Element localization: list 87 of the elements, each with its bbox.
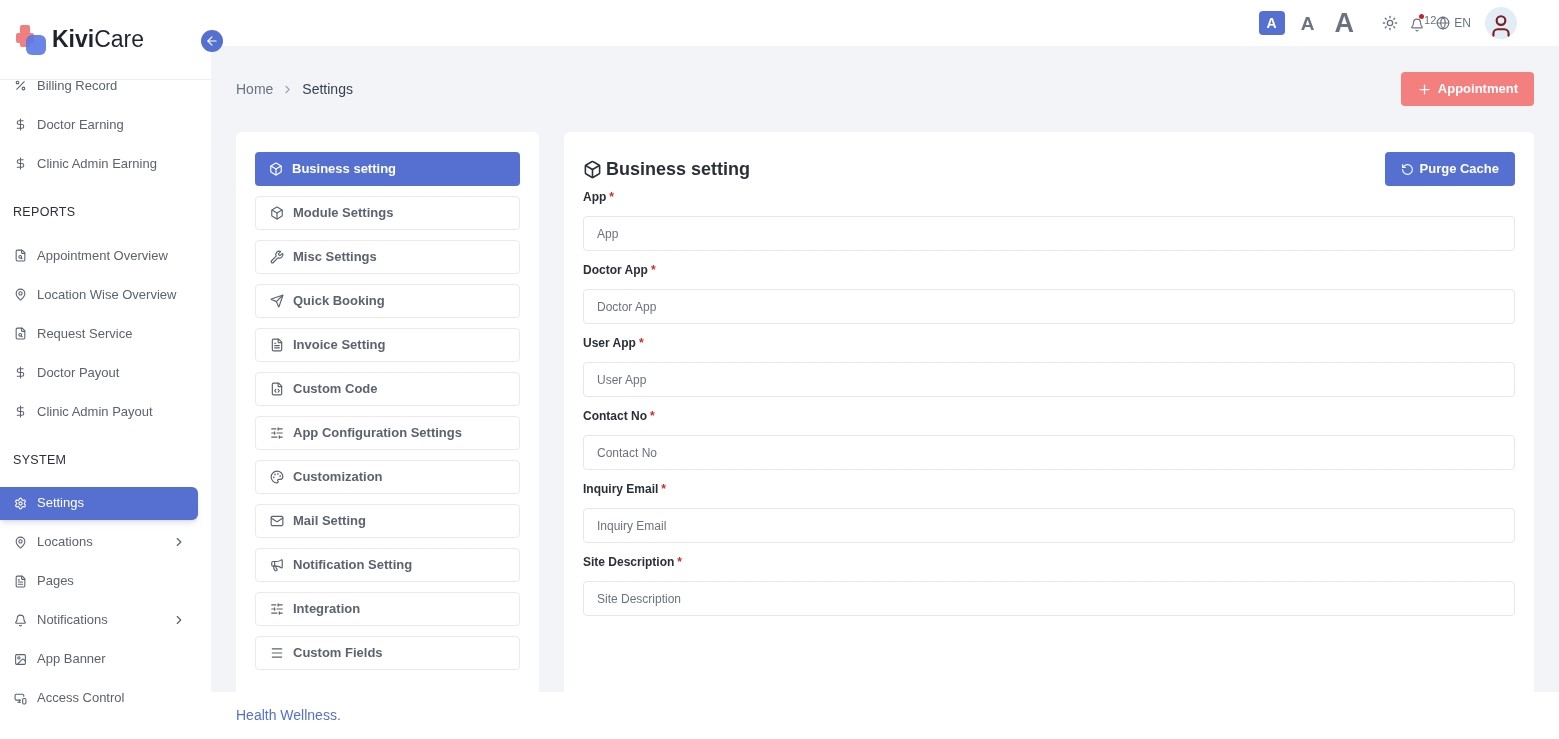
input-field[interactable]: Contact No xyxy=(583,435,1515,470)
sidebar-item[interactable]: Notifications xyxy=(0,603,198,637)
avatar[interactable] xyxy=(1485,7,1517,39)
input-field[interactable]: Doctor App xyxy=(583,289,1515,324)
language-selector[interactable]: EN xyxy=(1454,14,1471,32)
sidebar-item[interactable]: Access Control xyxy=(0,681,198,715)
document-icon xyxy=(14,248,27,262)
settings-menu-item[interactable]: Custom Fields xyxy=(255,636,520,670)
settings-menu-item[interactable]: Business setting xyxy=(255,152,520,186)
plus-icon xyxy=(1416,81,1432,97)
field-label: App * xyxy=(583,189,615,206)
bell-icon xyxy=(14,613,27,627)
settings-icon xyxy=(14,496,27,510)
collapse-button[interactable] xyxy=(201,30,223,52)
sidebar-item[interactable]: Settings xyxy=(0,486,198,520)
bell-icon[interactable] xyxy=(1410,17,1425,32)
menu-icon xyxy=(270,646,284,660)
document-icon xyxy=(270,338,284,352)
devices-icon xyxy=(14,691,27,705)
brand-name: KiviCare xyxy=(52,25,145,55)
dollar-icon xyxy=(14,404,27,418)
settings-menu-item[interactable]: Integration xyxy=(255,592,520,626)
dollar-icon xyxy=(14,365,27,379)
settings-menu-item[interactable]: Customization xyxy=(255,460,520,494)
sliders-icon xyxy=(270,602,284,616)
field-label: User App * xyxy=(583,335,645,352)
sidebar-item[interactable]: App Banner xyxy=(0,642,198,676)
font-size-button[interactable]: A xyxy=(1258,11,1285,35)
panel-title: Business setting xyxy=(606,157,751,181)
purge-cache-button[interactable]: Purge Cache xyxy=(1384,152,1515,186)
settings-menu-item[interactable]: Misc Settings xyxy=(255,240,520,274)
sidebar-item[interactable]: Request Service xyxy=(0,316,198,350)
settings-menu-item[interactable]: Notification Setting xyxy=(255,548,520,582)
sidebar-item[interactable]: Billing Record xyxy=(0,69,198,102)
settings-menu-item[interactable]: Invoice Setting xyxy=(255,328,520,362)
field-label: Contact No * xyxy=(583,408,656,425)
box-icon xyxy=(583,159,602,179)
palette-icon xyxy=(270,470,284,484)
sidebar-item[interactable]: Doctor Earning xyxy=(0,108,198,141)
globe-icon[interactable] xyxy=(1436,16,1451,30)
settings-menu-item[interactable]: Module Settings xyxy=(255,196,520,230)
field-label: Doctor App * xyxy=(583,262,657,279)
tools-icon xyxy=(270,250,284,264)
settings-menu-item[interactable]: Custom Code xyxy=(255,372,520,406)
sidebar-item[interactable]: Location Wise Overview xyxy=(0,277,198,311)
theme-icon[interactable] xyxy=(1382,15,1399,31)
font-size-button[interactable]: A xyxy=(1294,11,1321,35)
box-icon xyxy=(269,162,283,176)
input-field[interactable]: Inquiry Email xyxy=(583,508,1515,543)
document-icon xyxy=(14,574,27,588)
font-size-button[interactable]: A xyxy=(1330,11,1359,35)
paper-plane-icon xyxy=(270,294,284,308)
sidebar-item[interactable]: Doctor Payout xyxy=(0,355,198,389)
breadcrumb-current: Settings xyxy=(302,79,353,99)
input-field[interactable]: Site Description xyxy=(583,581,1515,616)
mail-icon xyxy=(270,514,284,528)
map-pin-icon xyxy=(14,287,27,301)
arrow-left-icon xyxy=(205,34,219,48)
breadcrumb-link[interactable]: Home xyxy=(236,78,274,100)
sliders-icon xyxy=(270,426,284,440)
logo-icon xyxy=(14,22,48,57)
section-heading: REPORTS xyxy=(12,204,77,221)
notification-count: 12 xyxy=(1424,12,1437,28)
sidebar-item[interactable]: Clinic Admin Earning xyxy=(0,147,198,180)
field-label: Site Description * xyxy=(583,554,684,571)
reset-icon xyxy=(1400,162,1414,176)
settings-menu-item[interactable]: Mail Setting xyxy=(255,504,520,538)
section-heading: SYSTEM xyxy=(12,451,68,469)
megaphone-icon xyxy=(270,558,284,572)
input-field[interactable]: User App xyxy=(583,362,1515,397)
percent-icon xyxy=(14,79,27,92)
box-icon xyxy=(270,206,284,220)
settings-menu-item[interactable]: App Configuration Settings xyxy=(255,416,520,450)
sidebar-item[interactable]: Appointment Overview xyxy=(0,238,198,272)
dollar-icon xyxy=(14,118,27,131)
dollar-icon xyxy=(14,157,27,170)
code-file-icon xyxy=(270,382,284,396)
map-pin-icon xyxy=(14,535,27,549)
input-field[interactable]: App xyxy=(583,216,1515,251)
sidebar-item[interactable]: Clinic Admin Payout xyxy=(0,394,198,428)
field-label: Inquiry Email * xyxy=(583,481,668,498)
sidebar-item[interactable]: Locations xyxy=(0,525,198,559)
image-icon xyxy=(14,652,27,666)
sidebar-item[interactable]: Pages xyxy=(0,564,198,598)
document-icon xyxy=(14,326,27,340)
settings-menu-item[interactable]: Quick Booking xyxy=(255,284,520,318)
footer-link[interactable]: Health Wellness. xyxy=(236,705,341,726)
